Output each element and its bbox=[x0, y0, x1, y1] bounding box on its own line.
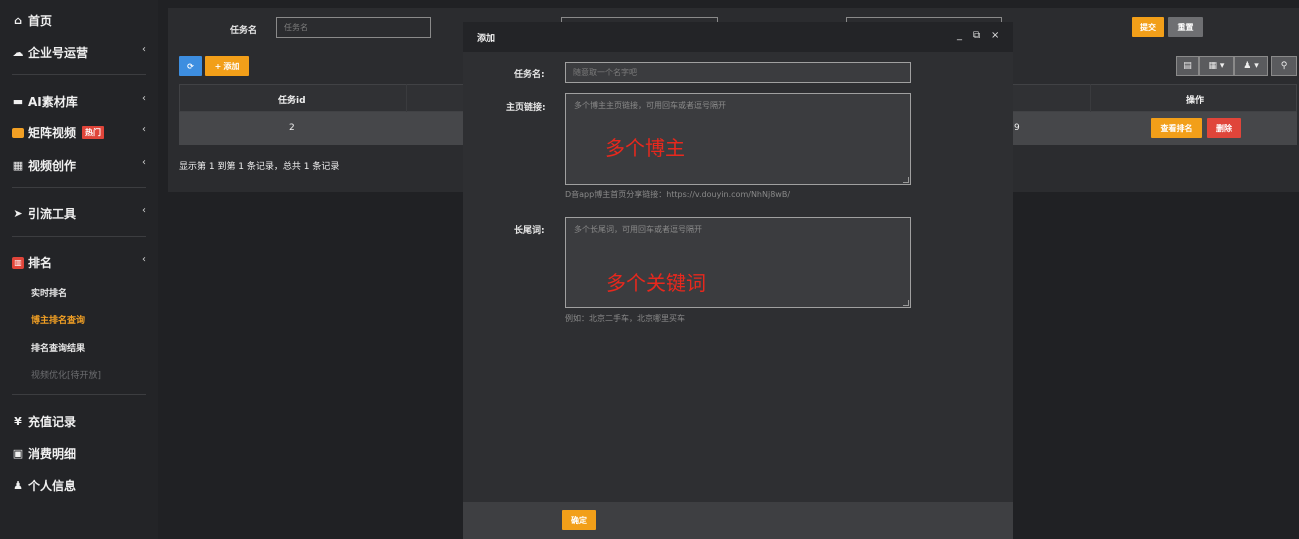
cell-partial-value: 9 bbox=[1014, 123, 1020, 133]
home-icon: ⌂ bbox=[14, 14, 22, 27]
sidebar-item-realtime[interactable]: 实时排名 bbox=[31, 286, 67, 299]
resize-handle[interactable] bbox=[903, 177, 909, 183]
divider bbox=[12, 394, 146, 395]
col-header-ops: 操作 bbox=[1186, 96, 1205, 106]
longtail-annotation: 多个关键词 bbox=[606, 271, 706, 295]
modal-footer: 确定 bbox=[463, 502, 1013, 539]
submit-button[interactable]: 提交 bbox=[1132, 17, 1164, 37]
divider bbox=[12, 74, 146, 75]
search-toggle-button[interactable]: ⚲ bbox=[1271, 56, 1297, 76]
nav-enterprise[interactable]: ☁ 企业号运营 bbox=[12, 44, 89, 61]
columns-button[interactable]: ▦ ▾ bbox=[1199, 56, 1234, 76]
longtail-textarea[interactable]: 多个长尾词，可用回车或者逗号隔开 多个关键词 bbox=[565, 217, 911, 308]
confirm-button[interactable]: 确定 bbox=[562, 510, 596, 530]
folder-icon: ▬ bbox=[12, 95, 24, 108]
chevron-left-icon[interactable]: ‹ bbox=[142, 93, 146, 104]
print-icon: ▤ bbox=[1183, 61, 1192, 71]
chart-icon: ▥ bbox=[12, 256, 24, 269]
columns-icon: ▦ ▾ bbox=[1208, 61, 1225, 71]
print-button[interactable]: ▤ bbox=[1176, 56, 1199, 76]
nav-profile[interactable]: ♟ 个人信息 bbox=[12, 477, 76, 494]
sidebar: ⌂ 首页 ☁ 企业号运营 ‹ ▬ AI素材库 ‹ 矩阵视频 热门 ‹ ▦ 视频创… bbox=[0, 0, 158, 539]
yen-icon: ¥ bbox=[14, 415, 22, 428]
sidebar-item-blogger-ranking[interactable]: 博主排名查询 bbox=[31, 313, 85, 326]
nav-consumption[interactable]: ▣ 消费明细 bbox=[12, 445, 76, 462]
refresh-button[interactable]: ⟳ bbox=[179, 56, 202, 76]
video-icon bbox=[12, 127, 24, 138]
film-icon: ▦ bbox=[12, 159, 24, 172]
sidebar-item-ranking-results[interactable]: 排名查询结果 bbox=[31, 341, 85, 354]
nav-ai-assets[interactable]: ▬ AI素材库 bbox=[12, 93, 78, 110]
add-modal: 添加 _ ⧉ × 任务名: 随意取一个名字吧 主页链接: 多个博主主页链接，可用… bbox=[463, 22, 1013, 539]
resize-handle[interactable] bbox=[903, 300, 909, 306]
hot-badge: 热门 bbox=[82, 126, 105, 139]
nav-video-create[interactable]: ▦ 视频创作 bbox=[12, 157, 76, 174]
nav-home[interactable]: ⌂ 首页 bbox=[12, 12, 52, 29]
search-task-input[interactable]: 任务名 bbox=[276, 17, 431, 38]
task-name-label: 任务名: bbox=[514, 70, 545, 80]
chevron-left-icon[interactable]: ‹ bbox=[142, 157, 146, 168]
export-button[interactable]: ♟ ▾ bbox=[1234, 56, 1268, 76]
add-button[interactable]: + 添加 bbox=[205, 56, 249, 76]
refresh-icon: ⟳ bbox=[187, 61, 194, 71]
home-link-hint: D音app博主首页分享链接：https://v.douyin.com/NhNj8… bbox=[565, 190, 791, 199]
chevron-down-icon[interactable]: ‹ bbox=[142, 254, 146, 265]
divider bbox=[12, 236, 146, 237]
home-link-textarea[interactable]: 多个博主主页链接，可用回车或者逗号隔开 多个博主 bbox=[565, 93, 911, 185]
close-icon[interactable]: × bbox=[991, 30, 999, 41]
send-icon: ➤ bbox=[13, 207, 23, 220]
search-task-label: 任务名 bbox=[230, 26, 258, 36]
search-icon: ⚲ bbox=[1280, 61, 1288, 71]
chevron-left-icon[interactable]: ‹ bbox=[142, 205, 146, 216]
delete-button[interactable]: 删除 bbox=[1207, 118, 1241, 138]
export-icon: ♟ ▾ bbox=[1243, 61, 1259, 71]
home-link-placeholder: 多个博主主页链接，可用回车或者逗号隔开 bbox=[574, 101, 726, 110]
minimize-icon[interactable]: _ bbox=[957, 30, 962, 41]
view-rank-button[interactable]: 查看排名 bbox=[1151, 118, 1202, 138]
modal-header: 添加 _ ⧉ × bbox=[463, 22, 1013, 52]
pagination-info: 显示第 1 到第 1 条记录，总共 1 条记录 bbox=[179, 162, 340, 172]
home-link-label: 主页链接: bbox=[506, 103, 546, 113]
col-header-task-id: 任务id bbox=[278, 96, 306, 106]
nav-ranking[interactable]: ▥ 排名 bbox=[12, 254, 52, 271]
chevron-left-icon[interactable]: ‹ bbox=[142, 124, 146, 135]
longtail-label: 长尾词: bbox=[514, 226, 545, 236]
user-icon: ♟ bbox=[13, 479, 23, 492]
plus-icon: + bbox=[214, 61, 222, 71]
money-icon: ▣ bbox=[12, 447, 24, 460]
longtail-hint: 例如：北京二手车，北京哪里买车 bbox=[565, 314, 685, 323]
home-link-annotation: 多个博主 bbox=[605, 136, 685, 160]
chevron-left-icon[interactable]: ‹ bbox=[142, 44, 146, 55]
nav-recharge[interactable]: ¥ 充值记录 bbox=[12, 413, 76, 430]
reset-button[interactable]: 重置 bbox=[1168, 17, 1203, 37]
cell-task-id: 2 bbox=[289, 123, 295, 133]
divider bbox=[12, 187, 146, 188]
task-name-input[interactable]: 随意取一个名字吧 bbox=[565, 62, 911, 83]
nav-traffic-tools[interactable]: ➤ 引流工具 bbox=[12, 205, 76, 222]
modal-title: 添加 bbox=[477, 34, 496, 44]
longtail-placeholder: 多个长尾词，可用回车或者逗号隔开 bbox=[574, 225, 702, 234]
restore-icon[interactable]: ⧉ bbox=[973, 30, 980, 41]
cloud-icon: ☁ bbox=[12, 46, 24, 59]
sidebar-item-video-optimize[interactable]: 视频优化[待开放] bbox=[31, 368, 101, 381]
nav-matrix-video[interactable]: 矩阵视频 热门 bbox=[12, 124, 105, 141]
